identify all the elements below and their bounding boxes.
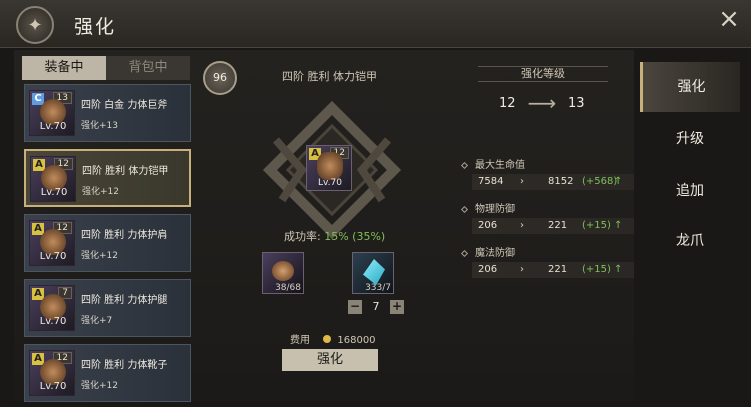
cost-label: 费用: [290, 335, 310, 346]
stat-label: 最大生命值: [475, 160, 525, 171]
selected-equipment-icon: A 12 Lv.70: [306, 145, 352, 191]
item-level: Lv.70: [39, 121, 67, 132]
stat-name: 物理防御: [460, 200, 515, 215]
equipment-icon: A 12 Lv.70: [29, 350, 75, 396]
item-name: 四阶 胜利 力体靴子: [81, 360, 168, 371]
diamond-icon: [460, 205, 469, 214]
material-count: 333/7: [365, 283, 391, 293]
nav-dragon-claw[interactable]: 龙爪: [640, 216, 740, 266]
equipment-icon: A 12 Lv.70: [29, 220, 75, 266]
crystal-icon: [363, 259, 385, 285]
tab-inventory[interactable]: 背包中: [106, 56, 190, 80]
close-button[interactable]: ×: [715, 6, 743, 34]
success-bonus: (35%): [352, 230, 386, 243]
stat-row: 206 › 221 (+15) ↑: [472, 218, 634, 234]
cost-value: 168000: [337, 335, 376, 346]
nav-append[interactable]: 追加: [640, 166, 740, 216]
diamond-icon: [460, 249, 469, 258]
stat-label: 魔法防御: [475, 248, 515, 259]
increment-button[interactable]: +: [390, 300, 404, 314]
item-level: Lv.70: [40, 187, 68, 198]
decrement-button[interactable]: −: [348, 300, 362, 314]
equipment-icon: A 12 Lv.70: [30, 156, 76, 202]
arrow-up-icon: ↑: [614, 220, 623, 231]
enhance-button[interactable]: 强化: [282, 349, 378, 371]
menu-emblem-icon: ✦: [16, 6, 54, 44]
equipment-tabs: 装备中 背包中: [22, 56, 190, 80]
item-level: Lv.70: [39, 251, 67, 262]
enhance-level-header: 强化等级: [478, 66, 608, 82]
chevron-right-icon: ›: [520, 264, 524, 275]
item-level: Lv.70: [39, 381, 67, 392]
stat-to: 221: [548, 220, 568, 231]
level-from: 12: [499, 96, 516, 111]
stat-delta: (+568): [582, 176, 618, 187]
stat-delta: (+15): [582, 220, 611, 231]
item-enhance: 强化+12: [81, 381, 118, 391]
item-name: 四阶 白金 力体巨斧: [81, 100, 168, 111]
list-item[interactable]: C 13 Lv.70 四阶 白金 力体巨斧 强化+13: [24, 84, 191, 142]
stat-from: 206: [478, 264, 498, 275]
arrow-up-icon: ↑: [614, 264, 623, 275]
list-item[interactable]: A 12 Lv.70 四阶 胜利 力体护肩 强化+12: [24, 214, 191, 272]
stat-delta: (+15): [582, 264, 611, 275]
armor-icon: [317, 152, 343, 180]
tab-equipped[interactable]: 装备中: [22, 56, 106, 80]
stat-row: 206 › 221 (+15) ↑: [472, 262, 634, 278]
stat-from: 7584: [478, 176, 504, 187]
side-nav: 强化 升级 追加 龙爪: [640, 62, 748, 272]
material-slot[interactable]: 333/7: [352, 252, 394, 294]
item-name: 四阶 胜利 力体护腿: [81, 295, 168, 306]
level-to: 13: [568, 96, 585, 111]
stepper-value: 7: [372, 300, 380, 313]
top-bar: ✦ 强化 ×: [0, 0, 751, 48]
success-rate: 成功率: 15% (35%): [284, 228, 385, 244]
item-enhance: 强化+12: [82, 187, 119, 197]
page-title: 强化: [74, 16, 117, 38]
equipment-icon: A 7 Lv.70: [29, 285, 75, 331]
success-value: 15%: [324, 230, 349, 243]
equipment-icon: C 13 Lv.70: [29, 90, 75, 136]
quantity-stepper: − 7 +: [348, 300, 404, 314]
diamond-icon: [460, 161, 469, 170]
cost-display: 费用 168000: [290, 331, 376, 346]
item-name: 四阶 胜利 力体护肩: [81, 230, 168, 241]
stat-label: 物理防御: [475, 204, 515, 215]
nav-enhance[interactable]: 强化: [640, 62, 740, 112]
power-badge: 96: [203, 61, 237, 95]
item-enhance: 强化+13: [81, 121, 118, 131]
success-label: 成功率:: [284, 230, 321, 243]
list-item[interactable]: A 7 Lv.70 四阶 胜利 力体护腿 强化+7: [24, 279, 191, 337]
item-enhance: 强化+12: [81, 251, 118, 261]
chevron-right-icon: ›: [520, 220, 524, 231]
material-slot[interactable]: 38/68: [262, 252, 304, 294]
stat-to: 8152: [548, 176, 574, 187]
arrow-right-icon: ⟶: [527, 91, 557, 115]
chevron-right-icon: ›: [520, 176, 524, 187]
selected-item-title: 四阶 胜利 体力铠甲: [282, 70, 377, 83]
list-item[interactable]: A 12 Lv.70 四阶 胜利 力体靴子 强化+12: [24, 344, 191, 402]
stat-row: 7584 › 8152 (+568) ↑: [472, 174, 634, 190]
stat-name: 最大生命值: [460, 156, 525, 171]
stat-from: 206: [478, 220, 498, 231]
item-name: 四阶 胜利 体力铠甲: [82, 166, 169, 177]
coin-icon: [323, 335, 332, 343]
stat-to: 221: [548, 264, 568, 275]
stat-name: 魔法防御: [460, 244, 515, 259]
item-enhance: 强化+7: [81, 316, 113, 326]
nav-upgrade[interactable]: 升级: [640, 114, 740, 164]
arrow-up-icon: ↑: [614, 176, 623, 187]
ore-icon: [272, 261, 294, 281]
item-level: Lv.70: [39, 316, 67, 327]
material-count: 38/68: [275, 283, 301, 293]
item-level: Lv.70: [318, 178, 342, 188]
list-item[interactable]: A 12 Lv.70 四阶 胜利 体力铠甲 强化+12: [24, 149, 191, 207]
